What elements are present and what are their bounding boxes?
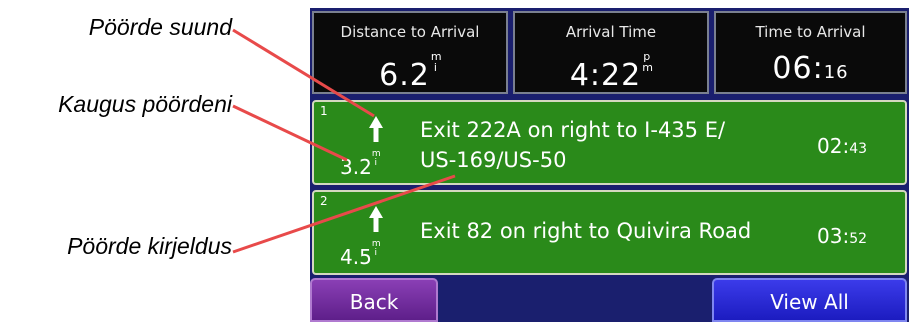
turn-index: 2: [320, 194, 328, 208]
time-to-arrival-value: 06:16: [772, 51, 849, 86]
turn-row-1[interactable]: 1 3.2m i Exit 222A on right to I-435 E/US…: [312, 100, 907, 185]
unit-mi: mi: [371, 239, 381, 258]
turn-row-2[interactable]: 2 4.5m i Exit 82 on right to Quivira Road…: [312, 190, 907, 275]
turn-time: 02:43: [817, 134, 868, 158]
back-button[interactable]: Back: [310, 278, 438, 322]
turn-description: Exit 222A on right to I-435 E/US-169/US-…: [420, 118, 726, 172]
distance-to-arrival-value: 6.2m i: [379, 50, 443, 93]
time-to-arrival-box[interactable]: Time to Arrival 06:16: [714, 11, 907, 94]
gps-screen: Distance to Arrival 6.2m i Arrival Time 4…: [310, 8, 909, 322]
turn-description: Exit 82 on right to Quivira Road: [420, 219, 752, 243]
unit-mi: mi: [430, 50, 443, 74]
time-to-arrival-label: Time to Arrival: [755, 23, 866, 41]
arrival-time-box[interactable]: Arrival Time 4:22p m: [513, 11, 709, 94]
unit-mi: mi: [371, 149, 381, 168]
arrival-time-label: Arrival Time: [565, 23, 657, 41]
arrow-up-icon: [369, 206, 383, 232]
turn-index: 1: [320, 104, 328, 118]
view-all-button[interactable]: View All: [712, 278, 907, 322]
distance-to-arrival-box[interactable]: Distance to Arrival 6.2m i: [312, 11, 508, 94]
arrow-up-icon: [369, 116, 383, 142]
turn-time: 03:52: [817, 224, 868, 248]
annotation-turn-direction: Pöörde suund: [88, 14, 232, 40]
annotation-turn-description: Pöörde kirjeldus: [67, 233, 232, 259]
unit-pm: pm: [642, 50, 654, 74]
distance-to-arrival-label: Distance to Arrival: [340, 23, 480, 41]
turn-distance: 4.5m i: [340, 239, 381, 270]
turn-distance: 3.2m i: [340, 149, 381, 180]
annotation-distance-to-turn: Kaugus pöördeni: [58, 91, 232, 117]
arrival-time-value: 4:22p m: [569, 50, 654, 93]
